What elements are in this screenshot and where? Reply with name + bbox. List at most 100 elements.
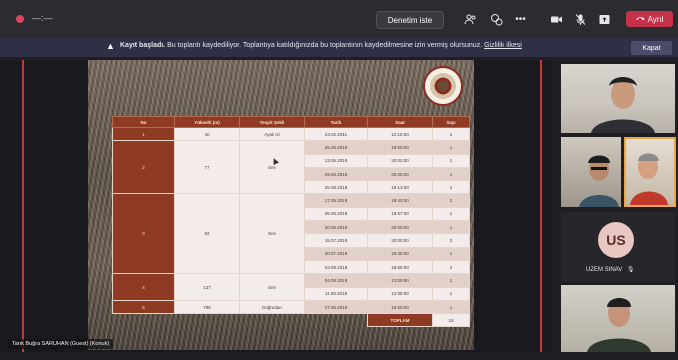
banner-text: Bu toplantı kaydediliyor. Toplantıya kat… — [167, 42, 483, 49]
column-header: Yükselti (m) — [174, 116, 240, 128]
share-screen-icon[interactable] — [598, 13, 611, 26]
cell-time: 19:43:00 — [367, 193, 433, 208]
participant-name: UZEM SINAV 🎙︎ — [586, 266, 635, 273]
recording-indicator-icon — [16, 15, 24, 23]
divider — [22, 60, 24, 352]
cell-elevation: 77 — [174, 140, 240, 195]
meeting-toolbar: —:— Denetim iste ••• Ayrıl — [0, 0, 678, 38]
column-header: No — [112, 116, 175, 128]
participant-video-tile[interactable] — [561, 137, 621, 207]
cell-no: 5 — [112, 299, 175, 315]
participant-video — [587, 298, 651, 352]
cell-date: 04.08.2018 — [304, 273, 368, 288]
recording-banner: ▲ Kayıt başladı. Bu toplantı kaydediliyo… — [0, 38, 678, 57]
cell-date: 05.06.2018 — [304, 206, 368, 222]
cell-elevation: 137 — [174, 273, 240, 301]
table-row: 5 798 Doğrudan 27.06.2018 15:50:00 1 — [112, 299, 470, 315]
cell-date: 17.05.2018 — [304, 193, 368, 208]
cell-time: 19:13:00 — [367, 180, 433, 195]
camera-icon[interactable] — [550, 13, 563, 26]
cell-method: Ses — [239, 140, 305, 195]
cell-no: 2 — [112, 140, 175, 195]
cell-count: 1 — [432, 286, 470, 301]
cell-elevation: 798 — [174, 299, 240, 315]
cell-time: 12:08:00 — [367, 286, 433, 301]
cell-no: 1 — [112, 126, 175, 142]
cell-method: Ses — [239, 193, 305, 275]
call-timer: —:— — [32, 13, 53, 23]
cell-count: 1 — [432, 126, 470, 142]
participant-name-label: UZEM SINAV — [586, 267, 623, 273]
leave-button[interactable]: Ayrıl — [626, 11, 673, 27]
total-label: TOPLAM — [367, 313, 433, 328]
participant-video — [579, 155, 619, 207]
table-row: 3 92 Ses 17.05.2018 19:43:00 2 — [112, 193, 470, 275]
total-spacer — [113, 314, 368, 327]
reactions-icon[interactable] — [490, 13, 503, 26]
cell-method: Doğrudan — [239, 299, 305, 315]
cell-time: 19:50:00 — [367, 140, 433, 155]
cell-time: 12:09:00 — [367, 273, 433, 288]
observation-table: No Yükselti (m) Tespit Şekli Tarih Saat … — [112, 116, 470, 328]
phone-hangup-icon — [636, 15, 645, 24]
cell-date: 25.05.2018 — [304, 140, 368, 155]
cell-date: 13.06.2018 — [304, 153, 368, 168]
cell-time: 20:00:00 — [367, 220, 433, 235]
cell-count: 2 — [432, 193, 470, 208]
column-header: Saat — [367, 116, 433, 128]
participant-video-tile[interactable] — [561, 285, 675, 352]
cell-time: 15:50:00 — [367, 299, 433, 315]
cell-time: 20:02:00 — [367, 153, 433, 168]
cell-count: 1 — [432, 140, 470, 155]
university-logo — [423, 66, 463, 106]
cell-time: 19:57:00 — [367, 206, 433, 222]
cell-no: 3 — [112, 193, 175, 275]
cell-count: 2 — [432, 259, 470, 275]
cell-elevation: 92 — [174, 193, 240, 275]
mic-off-icon[interactable] — [574, 13, 587, 26]
cell-method: Ayak izi — [239, 126, 305, 142]
cell-count: 1 — [432, 299, 470, 315]
total-value: 16 — [432, 313, 470, 328]
table-row: 1 40 Ayak izi 23.02.2011 12:15:00 1 — [112, 126, 470, 142]
participants-icon[interactable] — [464, 13, 477, 26]
presenter-name: Tarık Buğra SARUHAN (Guest) (Konuk) — [8, 339, 114, 349]
leave-button-label: Ayrıl — [647, 14, 664, 24]
divider — [540, 60, 542, 352]
column-header: Tespit Şekli — [239, 116, 305, 128]
cell-count: 2 — [432, 233, 470, 248]
participant-video-tile-active[interactable] — [624, 137, 676, 207]
cell-elevation: 40 — [174, 126, 240, 142]
cell-count: 1 — [432, 220, 470, 235]
cell-date: 11.08.2018 — [304, 286, 368, 301]
table-row: 4 137 Ses 04.08.2018 12:09:00 1 — [112, 273, 470, 301]
cell-count: 1 — [432, 273, 470, 288]
privacy-link[interactable]: Gizlilik ilkesi — [484, 42, 522, 49]
avatar: US — [598, 222, 634, 258]
warning-icon: ▲ — [106, 41, 115, 51]
cell-time: 20:05:00 — [367, 166, 433, 182]
cell-time: 19:48:00 — [367, 246, 433, 261]
column-header: Sayı — [432, 116, 470, 128]
participant-video — [591, 77, 655, 133]
request-control-button[interactable]: Denetim iste — [376, 11, 444, 29]
table-header-row: No Yükselti (m) Tespit Şekli Tarih Saat … — [112, 116, 470, 128]
cell-date: 25.08.2018 — [304, 180, 368, 195]
close-banner-button[interactable]: Kapat — [631, 41, 672, 55]
participant-video — [630, 153, 668, 205]
cell-date: 23.02.2011 — [304, 126, 368, 142]
cell-count: 1 — [432, 246, 470, 261]
cell-count: 1 — [432, 180, 470, 195]
cell-count: 1 — [432, 166, 470, 182]
cell-date: 03.09.2018 — [304, 259, 368, 275]
column-header: Tarih — [304, 116, 368, 128]
participant-video-tile[interactable] — [561, 64, 675, 133]
cell-count: 1 — [432, 153, 470, 168]
cell-time: 12:15:00 — [367, 126, 433, 142]
table-total-row: TOPLAM 16 — [113, 313, 470, 328]
cell-time: 18:59:00 — [367, 259, 433, 275]
banner-message: Kayıt başladı. Bu toplantı kaydediliyor.… — [120, 42, 522, 49]
more-options-icon[interactable]: ••• — [514, 13, 527, 26]
cell-date: 29.06.2018 — [304, 166, 368, 182]
cell-count: 1 — [432, 206, 470, 222]
